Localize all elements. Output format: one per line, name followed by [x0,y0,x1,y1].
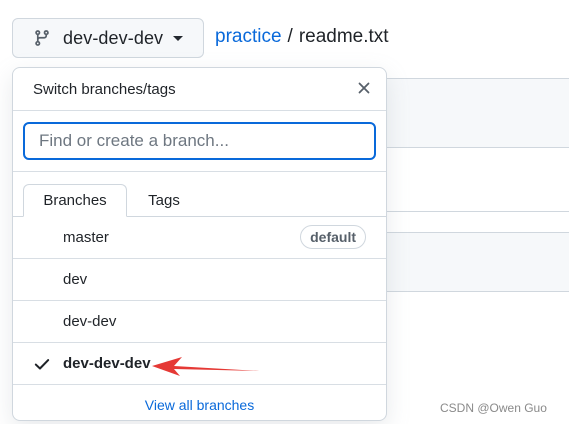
branch-filter-input[interactable] [23,122,376,160]
git-branch-icon [33,29,51,47]
tab-tags[interactable]: Tags [131,184,197,217]
branch-item-master[interactable]: master default [13,217,386,259]
branch-item-label: dev-dev [63,313,117,330]
branch-selector-button[interactable]: dev-dev-dev [12,18,204,58]
close-icon[interactable] [354,78,374,98]
branch-item-label: dev-dev-dev [63,355,151,372]
tab-bar: Branches Tags [13,172,386,217]
branch-item-label: dev [63,271,88,288]
dropdown-title: Switch branches/tags [33,80,176,98]
current-branch-label: dev-dev-dev [63,27,164,48]
check-icon [33,355,51,373]
filter-section [13,111,386,172]
branch-item-label: master [63,229,109,246]
page: dev-dev-dev practice / readme.txt Switch… [0,0,569,424]
view-all-branches-link[interactable]: View all branches [145,397,254,413]
dropdown-footer: View all branches [13,385,386,420]
breadcrumb-separator: / [287,26,293,47]
file-name: readme.txt [298,26,389,47]
dropdown-header: Switch branches/tags [13,68,386,111]
background-panel [380,232,569,292]
breadcrumb: practice / readme.txt [215,26,389,48]
tab-branches[interactable]: Branches [23,184,127,217]
annotation-arrow-icon [152,357,260,376]
chevron-down-icon [173,35,184,41]
branch-item-dev-dev[interactable]: dev-dev [13,301,386,343]
repo-link[interactable]: practice [215,26,282,48]
background-panel [380,78,569,148]
branch-item-dev[interactable]: dev [13,259,386,301]
background-divider [380,211,569,212]
default-badge: default [300,225,366,249]
watermark: CSDN @Owen Guo [440,401,547,415]
